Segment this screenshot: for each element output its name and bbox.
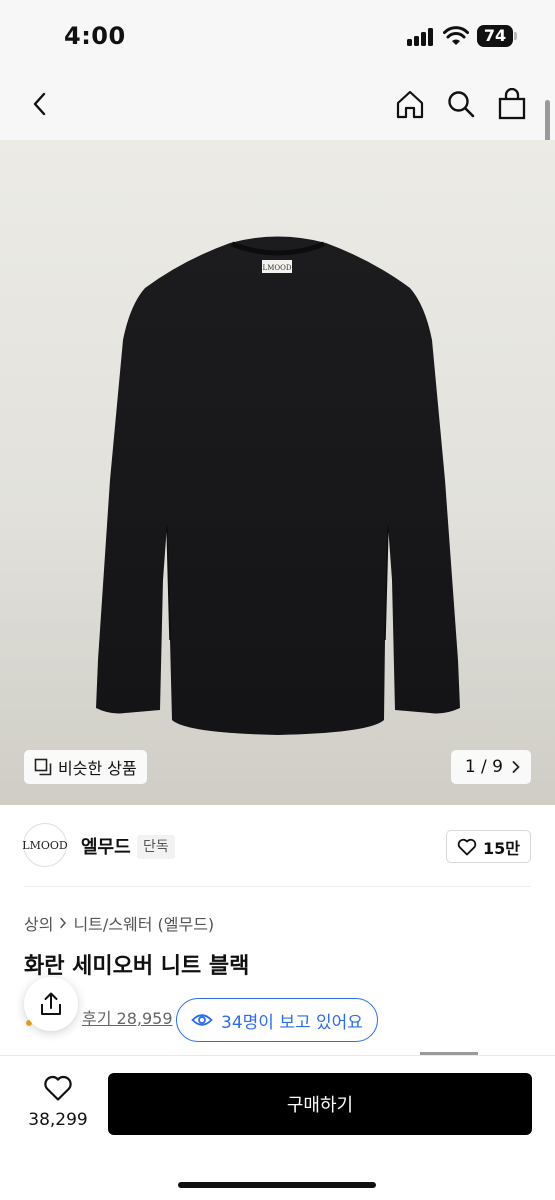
chevron-right-icon bbox=[60, 917, 67, 929]
home-icon[interactable] bbox=[390, 84, 430, 124]
product-title: 화란 세미오버 니트 블랙 bbox=[24, 954, 250, 979]
status-time: 4:00 bbox=[64, 22, 126, 50]
share-icon bbox=[41, 992, 61, 1015]
brand-name[interactable]: 엘무드 bbox=[81, 833, 131, 859]
viewers-badge: 34명이 보고 있어요 bbox=[176, 998, 378, 1042]
similar-products-button[interactable]: 비슷한 상품 bbox=[24, 750, 147, 784]
battery-indicator: 74 bbox=[477, 25, 513, 47]
wishlist-button[interactable]: 38,299 bbox=[24, 1074, 92, 1130]
image-counter-button[interactable]: 1 / 9 bbox=[450, 750, 531, 784]
share-button[interactable] bbox=[24, 977, 78, 1031]
image-counter: 1 / 9 bbox=[464, 757, 503, 777]
home-indicator bbox=[178, 1182, 376, 1188]
top-nav-bar bbox=[0, 70, 555, 140]
search-icon[interactable] bbox=[441, 84, 481, 124]
review-link[interactable]: 후기 28,959 bbox=[82, 1005, 173, 1029]
viewers-text: 34명이 보고 있어요 bbox=[221, 1012, 363, 1033]
breadcrumb-item-knit[interactable]: 니트/스웨터 (엘무드) bbox=[73, 911, 214, 935]
bottom-purchase-bar: 38,299 구매하기 bbox=[0, 1055, 555, 1200]
divider bbox=[24, 886, 531, 887]
sweater-image: LMOOD bbox=[96, 236, 460, 735]
battery-tip bbox=[514, 32, 517, 40]
eye-icon bbox=[191, 1014, 213, 1026]
breadcrumb-item-top[interactable]: 상의 bbox=[24, 911, 53, 935]
brand-like-count: 15만 bbox=[483, 838, 520, 858]
wishlist-count: 38,299 bbox=[28, 1110, 88, 1130]
copy-icon bbox=[34, 758, 52, 776]
wifi-icon bbox=[443, 26, 469, 45]
similar-products-label: 비슷한 상품 bbox=[58, 759, 137, 778]
brand-row: LMOOD 엘무드 단독 15만 bbox=[0, 805, 555, 887]
signal-icon bbox=[407, 28, 433, 46]
heart-icon bbox=[44, 1075, 72, 1101]
garment-label-text: LMOOD bbox=[263, 264, 292, 272]
back-icon[interactable] bbox=[20, 84, 60, 124]
buy-button[interactable]: 구매하기 bbox=[108, 1073, 532, 1135]
brand-like-button[interactable]: 15만 bbox=[446, 830, 531, 863]
breadcrumb: 상의 니트/스웨터 (엘무드) bbox=[24, 911, 214, 935]
exclusive-badge: 단독 bbox=[137, 835, 175, 859]
product-image[interactable]: LMOOD 비슷한 상품 1 / 9 bbox=[0, 140, 555, 805]
status-bar: 4:00 74 bbox=[0, 0, 555, 70]
heart-icon bbox=[457, 838, 477, 855]
chevron-right-icon bbox=[512, 761, 520, 773]
brand-logo[interactable]: LMOOD bbox=[22, 823, 68, 867]
shopping-bag-icon[interactable] bbox=[492, 84, 532, 124]
